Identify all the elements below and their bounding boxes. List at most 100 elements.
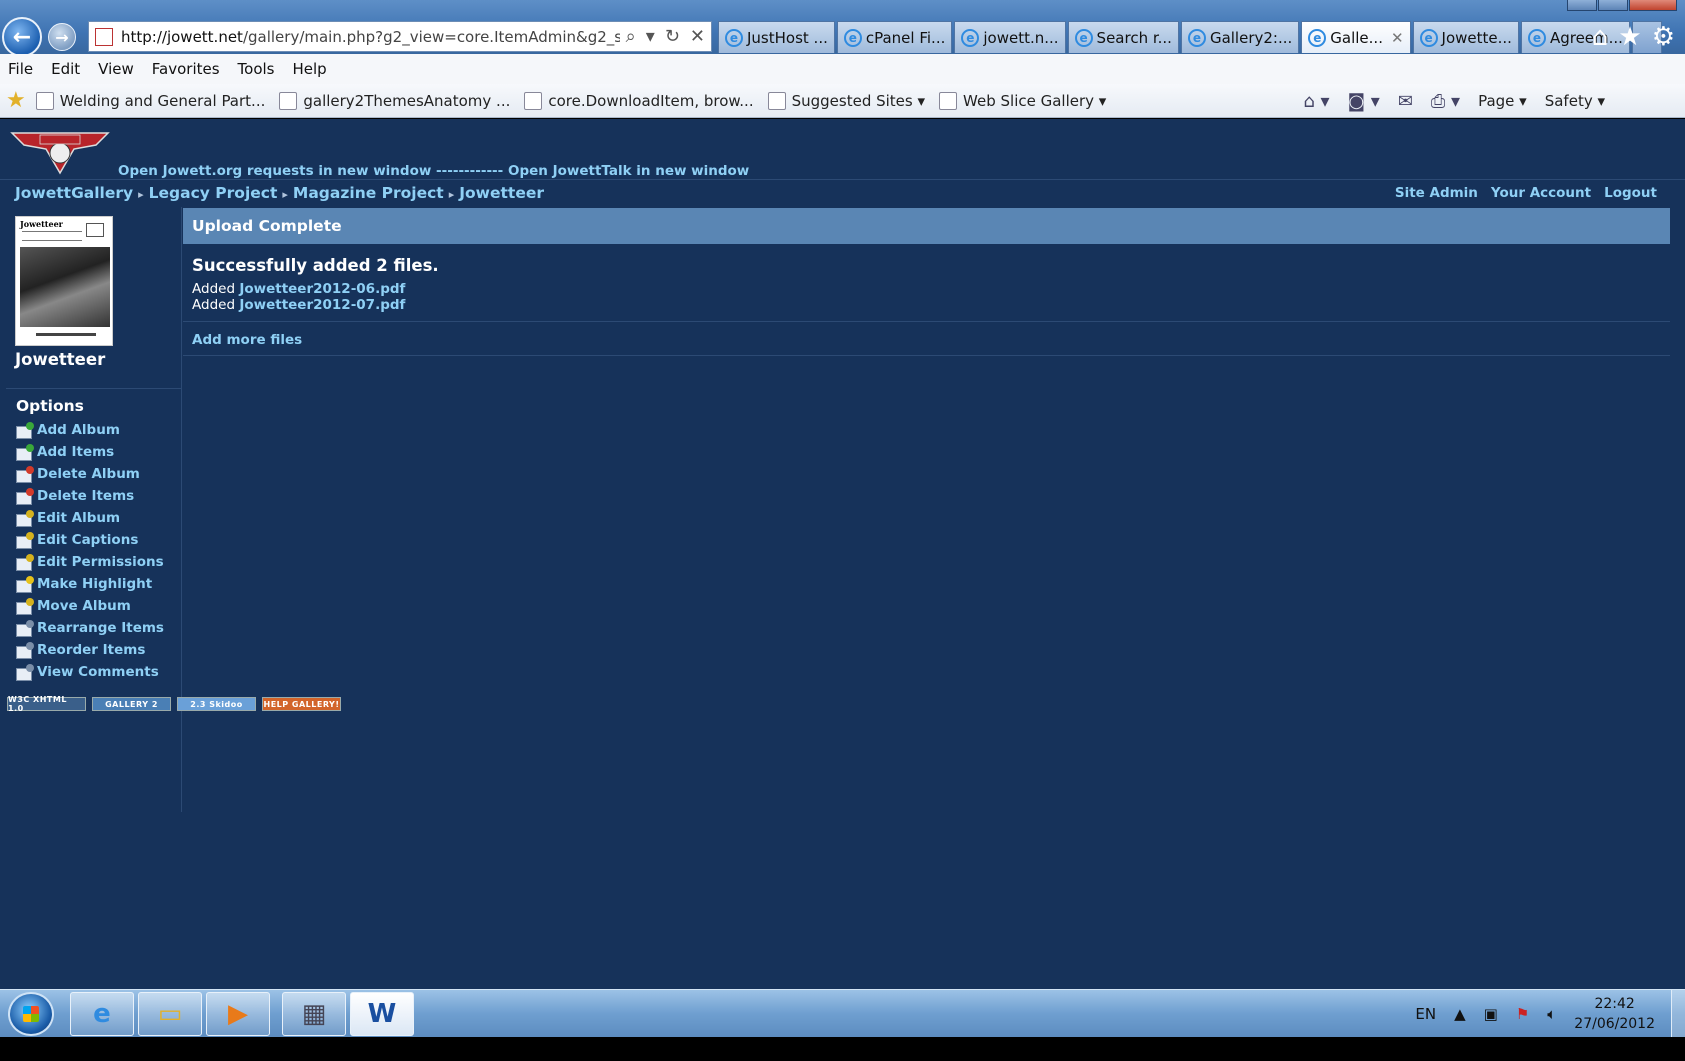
option-edit-captions[interactable]: Edit Captions — [15, 529, 164, 551]
stop-icon[interactable]: ✕ — [690, 26, 705, 47]
option-edit-permissions[interactable]: Edit Permissions — [15, 551, 164, 573]
menu-item-favorites[interactable]: Favorites — [152, 60, 220, 78]
tab-favicon-icon: e — [961, 28, 980, 47]
favorites-star-icon[interactable]: ★ — [6, 88, 26, 113]
tab-label: Search r... — [1096, 28, 1172, 47]
media-player-taskbar-button[interactable]: ▶ — [206, 992, 270, 1036]
language-indicator[interactable]: EN — [1415, 1005, 1436, 1023]
gallery-page: Open Jowett.org requests in new window -… — [0, 119, 1685, 989]
search-icon[interactable]: ⌕ — [626, 26, 636, 47]
print-icon[interactable]: ⎙ ▾ — [1431, 91, 1460, 112]
favorites-star-icon[interactable]: ★ — [1618, 22, 1641, 52]
header-divider — [0, 179, 1685, 180]
page-menu[interactable]: Page ▾ — [1478, 92, 1527, 110]
ie-taskbar-button[interactable]: e — [70, 992, 134, 1036]
option-view-comments[interactable]: View Comments — [15, 661, 164, 683]
network-icon[interactable]: ▣ — [1484, 1005, 1498, 1023]
validator-badge[interactable]: 2.3 Skidoo — [177, 697, 256, 711]
show-hidden-icons-icon[interactable]: ▲ — [1454, 1005, 1466, 1023]
menu-item-file[interactable]: File — [8, 60, 33, 78]
breadcrumb-link[interactable]: Legacy Project — [149, 184, 278, 202]
clock[interactable]: 22:42 27/06/2012 — [1574, 994, 1655, 1034]
close-tab-icon[interactable]: ✕ — [1391, 29, 1404, 47]
system-link-site-admin[interactable]: Site Admin — [1395, 185, 1478, 201]
favorite-link[interactable]: gallery2ThemesAnatomy ... — [279, 91, 510, 110]
browser-tab[interactable]: e Search r... — [1067, 21, 1179, 53]
app-window-icon: ▦ — [301, 999, 327, 1029]
favorite-link[interactable]: core.DownloadItem, brow... — [524, 91, 754, 110]
dropdown-icon[interactable]: ▾ — [646, 26, 655, 47]
option-icon — [15, 509, 34, 527]
rss-feed-icon[interactable]: ◙ ▾ — [1348, 91, 1380, 112]
menu-item-help[interactable]: Help — [293, 60, 327, 78]
option-delete-items[interactable]: Delete Items — [15, 485, 164, 507]
forward-button[interactable]: → — [48, 23, 76, 51]
menu-item-view[interactable]: View — [98, 60, 134, 78]
option-make-highlight[interactable]: Make Highlight — [15, 573, 164, 595]
address-bar[interactable]: http://jowett.net/gallery/main.php?g2_vi… — [88, 21, 712, 52]
added-file-link[interactable]: Jowetteer2012-06.pdf — [239, 281, 405, 297]
validator-badge[interactable]: GALLERY 2 — [92, 697, 171, 711]
app-taskbar-button[interactable]: ▦ — [282, 992, 346, 1036]
top-links[interactable]: Open Jowett.org requests in new window -… — [118, 163, 749, 179]
maximize-button[interactable] — [1598, 0, 1628, 11]
add-more-files-link[interactable]: Add more files — [192, 332, 1670, 348]
validator-badge[interactable]: HELP GALLERY! — [262, 697, 341, 711]
options-list: Add Album Add Items Delete Album Delete Ite… — [15, 419, 164, 683]
safety-menu[interactable]: Safety ▾ — [1545, 92, 1605, 110]
option-add-album[interactable]: Add Album — [15, 419, 164, 441]
breadcrumb-link[interactable]: JowettGallery — [15, 184, 133, 202]
favorite-link[interactable]: Web Slice Gallery ▾ — [939, 91, 1106, 110]
favorite-link[interactable]: Suggested Sites ▾ — [767, 91, 925, 110]
breadcrumb-link[interactable]: Jowetteer — [459, 184, 544, 202]
mail-icon[interactable]: ✉ — [1398, 91, 1413, 112]
url-text[interactable]: http://jowett.net/gallery/main.php?g2_vi… — [121, 28, 620, 46]
browser-tab[interactable]: e Jowette... — [1412, 21, 1519, 53]
jowett-logo[interactable] — [10, 129, 110, 175]
back-button[interactable]: ← — [2, 17, 42, 57]
system-link-logout[interactable]: Logout — [1604, 185, 1657, 201]
option-icon — [15, 421, 34, 439]
option-icon — [15, 575, 34, 593]
option-edit-album[interactable]: Edit Album — [15, 507, 164, 529]
home-icon[interactable]: ⌂ ▾ — [1303, 91, 1329, 112]
added-file-link[interactable]: Jowetteer2012-07.pdf — [239, 297, 405, 313]
option-add-items[interactable]: Add Items — [15, 441, 164, 463]
option-icon — [15, 487, 34, 505]
album-thumbnail[interactable]: Jowetteer — [15, 216, 113, 346]
browser-tab[interactable]: e JustHost ... — [718, 21, 835, 53]
show-desktop-button[interactable] — [1671, 990, 1685, 1038]
browser-tab[interactable]: e jowett.n... — [954, 21, 1066, 53]
tab-favicon-icon: e — [1308, 28, 1327, 47]
start-button[interactable] — [8, 992, 54, 1036]
favorite-link[interactable]: Welding and General Part... — [35, 91, 265, 110]
action-center-icon[interactable]: ⚑ — [1516, 1005, 1529, 1023]
breadcrumb-separator-icon: ▸ — [138, 188, 144, 201]
system-link-your-account[interactable]: Your Account — [1491, 185, 1591, 201]
menu-item-edit[interactable]: Edit — [51, 60, 80, 78]
close-window-button[interactable] — [1629, 0, 1677, 11]
breadcrumb-link[interactable]: Magazine Project — [293, 184, 444, 202]
success-heading: Successfully added 2 files. — [192, 256, 439, 275]
option-reorder-items[interactable]: Reorder Items — [15, 639, 164, 661]
tab-strip: e JustHost ... e cPanel Fi... e jowett.n... e S… — [718, 21, 1662, 53]
browser-tab[interactable]: e Galle... ✕ — [1301, 21, 1411, 53]
option-rearrange-items[interactable]: Rearrange Items — [15, 617, 164, 639]
home-icon[interactable]: ⌂ — [1592, 22, 1609, 52]
cover-photo — [20, 247, 110, 327]
browser-tab[interactable]: e Gallery2:... — [1180, 21, 1300, 53]
explorer-taskbar-button[interactable]: ▭ — [138, 992, 202, 1036]
internet-explorer-icon: e — [93, 999, 111, 1029]
tab-favicon-icon: e — [1074, 28, 1093, 47]
option-delete-album[interactable]: Delete Album — [15, 463, 164, 485]
browser-tab[interactable]: e cPanel Fi... — [836, 21, 953, 53]
volume-icon[interactable]: 🔈︎ — [1547, 1005, 1556, 1023]
validator-badge[interactable]: W3C XHTML 1.0 — [7, 695, 86, 713]
minimize-button[interactable] — [1567, 0, 1597, 11]
word-taskbar-button[interactable]: W — [350, 992, 414, 1036]
gear-icon[interactable]: ⚙ — [1652, 22, 1675, 52]
options-title: Options — [16, 397, 84, 415]
menu-item-tools[interactable]: Tools — [238, 60, 275, 78]
option-move-album[interactable]: Move Album — [15, 595, 164, 617]
refresh-icon[interactable]: ↻ — [665, 26, 680, 47]
